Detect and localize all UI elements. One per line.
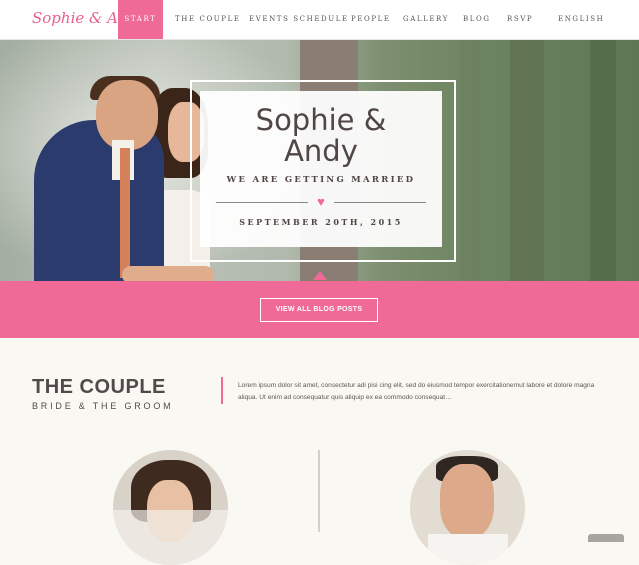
nav-item-gallery[interactable]: GALLERY	[403, 0, 449, 39]
top-navigation: Sophie & Andy START THE COUPLE EVENTS SC…	[0, 0, 639, 40]
groom-photo[interactable]	[410, 450, 525, 565]
bride-photo[interactable]	[113, 450, 228, 565]
nav-item-start[interactable]: START	[118, 0, 163, 39]
divider-line	[216, 202, 308, 203]
hero-card: Sophie & Andy WE ARE GETTING MARRIED ♥ S…	[200, 91, 442, 247]
nav-item-the-couple[interactable]: THE COUPLE	[175, 0, 241, 39]
couple-names: Sophie & Andy	[255, 103, 387, 168]
accent-bar	[221, 377, 223, 404]
language-selector[interactable]: ENGLISH	[558, 0, 604, 39]
tree-trunk	[460, 40, 480, 282]
groom-arm	[122, 266, 214, 282]
nav-item-people[interactable]: PEOPLE	[351, 0, 391, 39]
section-subtitle: BRIDE & THE GROOM	[32, 401, 174, 411]
divider-line	[334, 202, 426, 203]
tree-trunk	[590, 40, 616, 282]
groom-tie	[120, 148, 130, 278]
bride-veil	[113, 510, 228, 565]
groom-face	[440, 464, 494, 538]
nav-item-rsvp[interactable]: RSVP	[507, 0, 533, 39]
couple-description: Lorem ipsum dolor sit amet, consectetur …	[238, 382, 595, 401]
scroll-to-top-tab[interactable]	[588, 534, 624, 542]
tree-trunk	[510, 40, 544, 282]
nav-item-events-schedule[interactable]: EVENTS SCHEDULE	[249, 0, 349, 39]
heart-icon: ♥	[317, 194, 325, 209]
vertical-divider	[318, 450, 320, 532]
wedding-date: SEPTEMBER 20TH, 2015	[239, 217, 403, 227]
hero-pointer-arrow	[313, 271, 327, 280]
hero-subtitle: WE ARE GETTING MARRIED	[226, 175, 416, 185]
section-title: THE COUPLE	[32, 376, 166, 398]
view-all-blog-posts-button[interactable]: VIEW ALL BLOG POSTS	[260, 298, 378, 322]
nav-item-blog[interactable]: BLOG	[463, 0, 491, 39]
